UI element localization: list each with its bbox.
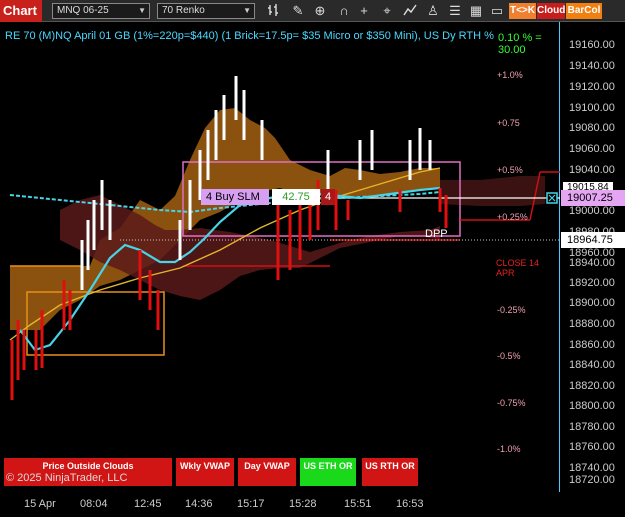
crosshair-icon[interactable]: + [356,3,372,19]
pct-label: +1.0% [497,70,523,80]
copyright-text: © 2025 NinjaTrader, LLC [6,472,128,484]
price-tick: 18880.00 [569,318,615,330]
bar-style-icon[interactable] [266,3,282,19]
cloud-button[interactable]: Cloud [537,3,565,19]
chart-tab[interactable]: Chart [0,0,42,22]
global-crosshair-icon[interactable]: ⌖ [379,3,395,19]
chevron-down-icon: ▼ [138,6,146,15]
pct-label: -0.75% [497,398,526,408]
price-tick: 18760.00 [569,441,615,453]
us-eth-or-indicator[interactable]: US ETH OR [300,458,356,486]
chart-canvas [9,76,560,400]
price-tick: 18900.00 [569,297,615,309]
wkly-vwap-indicator[interactable]: Wkly VWAP [176,458,234,486]
time-tick: 15:28 [289,498,317,510]
instrument-value: MNQ 06-25 [57,5,109,16]
pencil-icon[interactable]: ✎ [290,3,306,19]
chart-title: RE 70 (M)NQ April 01 GB (1%=220p=$440) (… [5,30,494,42]
price-tick: 18840.00 [569,359,615,371]
time-tick: 12:45 [134,498,162,510]
pct-label: -0.25% [497,305,526,315]
bar-type-value: 70 Renko [162,5,205,16]
price-tick: 19160.00 [569,39,615,51]
order-qty-label[interactable]: 4 [321,189,335,205]
barcol-button[interactable]: BarCol [566,3,602,19]
indicators-icon[interactable] [402,3,418,19]
time-tick: 16:53 [396,498,424,510]
price-tick: 19100.00 [569,102,615,114]
time-tick: 15 Apr [24,498,56,510]
price-tick: 18920.00 [569,277,615,289]
zoom-icon[interactable]: ⊕ [312,3,328,19]
right-cloud [440,176,545,206]
dpp-label: DPP [425,228,448,240]
price-axis[interactable]: 19160.00 19140.00 19120.00 19100.00 1908… [561,22,625,492]
time-axis[interactable]: 15 Apr 08:04 12:45 14:36 15:17 15:28 15:… [0,492,625,517]
price-tick: 19120.00 [569,81,615,93]
price-tick: 18800.00 [569,400,615,412]
price-tick: 18940.00 [569,257,615,269]
magnet-icon[interactable]: ∩ [336,3,352,19]
pct-label: +0.25% [497,212,528,222]
price-tick: 19060.00 [569,143,615,155]
chart-toolbar: Chart MNQ 06-25 ▼ 70 Renko ▼ ✎ ⊕ ∩ + ⌖ ♙… [0,0,625,22]
strategies-icon[interactable]: ♙ [425,3,441,19]
percent-value: 0.10 % = 30.00 [498,32,542,56]
data-box-icon[interactable]: ▭ [489,3,505,19]
time-tick: 15:51 [344,498,372,510]
us-rth-or-indicator[interactable]: US RTH OR [362,458,418,486]
close-label: CLOSE 14 APR [496,258,540,278]
day-vwap-indicator[interactable]: Day VWAP [238,458,296,486]
time-tick: 15:17 [237,498,265,510]
layout-icon[interactable]: ▦ [468,3,484,19]
pct-label: +0.5% [497,165,523,175]
chevron-down-icon: ▼ [243,6,251,15]
order-price-label[interactable]: 42.75 [272,189,320,205]
pct-label: -0.5% [497,351,521,361]
price-tick: 19140.00 [569,60,615,72]
price-tick: 19040.00 [569,164,615,176]
price-tick: 18740.00 [569,462,615,474]
price-chart[interactable]: RE 70 (M)NQ April 01 GB (1%=220p=$440) (… [0,22,560,492]
level-price-tag: 18964.75 [561,232,625,248]
order-buy-label[interactable]: 4 Buy SLM [201,189,269,205]
price-tick: 18820.00 [569,380,615,392]
properties-icon[interactable]: ☰ [447,3,463,19]
current-price-tag: 19007.25 [561,190,625,206]
pct-label: +0.75 [497,118,520,128]
price-tick: 19000.00 [569,205,615,217]
time-tick: 14:36 [185,498,213,510]
tk-button[interactable]: T<>K [509,3,536,19]
price-tick: 18780.00 [569,421,615,433]
bar-type-selector[interactable]: 70 Renko ▼ [157,3,255,19]
instrument-selector[interactable]: MNQ 06-25 ▼ [52,3,150,19]
time-tick: 08:04 [80,498,108,510]
price-tick: 18720.00 [569,474,615,486]
price-tick: 19080.00 [569,122,615,134]
pct-label: -1.0% [497,444,521,454]
price-tick: 18860.00 [569,339,615,351]
